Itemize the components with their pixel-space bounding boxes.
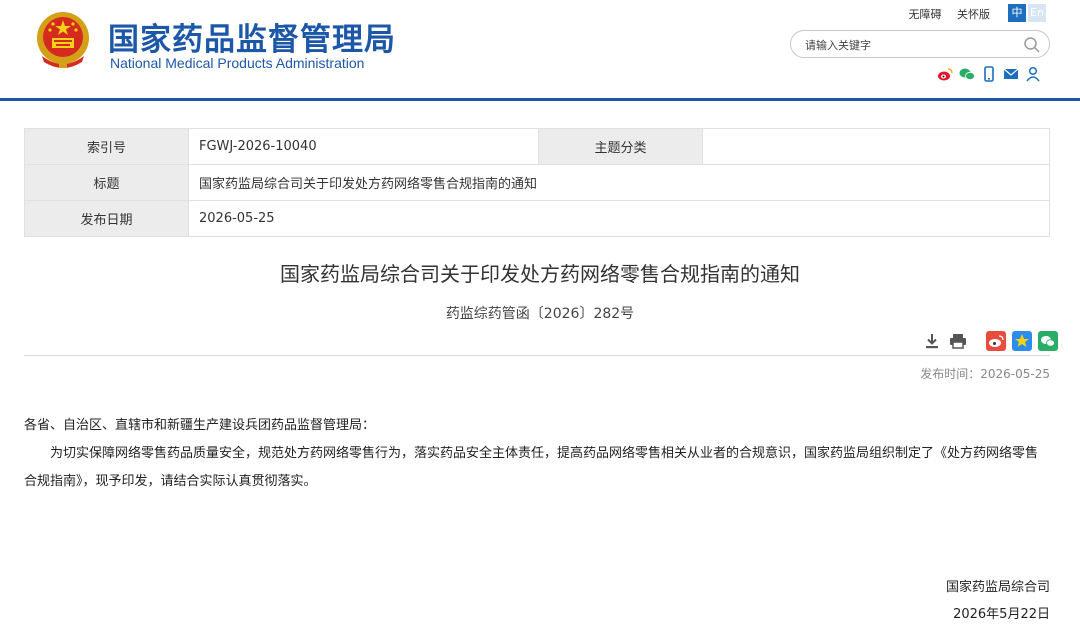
search-box [790, 30, 1050, 58]
tools-spacer [974, 331, 980, 351]
share-weibo-icon[interactable] [986, 331, 1006, 351]
article-body: 各省、自治区、直辖市和新疆生产建设兵团药品监督管理局： 为切实保障网络零售药品质… [24, 412, 1050, 496]
share-wechat-icon[interactable] [1038, 331, 1058, 351]
site-title[interactable]: 国家药品监督管理局 [108, 14, 396, 59]
national-emblem-logo[interactable] [34, 10, 92, 72]
user-icon[interactable] [1025, 66, 1041, 82]
top-links: 无障碍 关怀版 [897, 6, 991, 22]
mobile-icon[interactable] [981, 66, 997, 82]
signature-organization: 国家药监局综合司 [945, 580, 1050, 595]
search-input[interactable] [805, 35, 1015, 55]
social-links [937, 66, 1041, 82]
document-number: 药监综药管函〔2026〕282号 [445, 306, 635, 322]
weibo-icon[interactable] [937, 66, 953, 82]
document-info-table: 索引号 FGWJ-2026-10040 主题分类 标题 国家药监局综合司关于印发… [24, 128, 1050, 237]
date-label: 发布日期 [24, 200, 189, 237]
topic-label: 主题分类 [538, 128, 703, 165]
article-tools [922, 331, 1058, 351]
date-value: 2026-05-25 [188, 200, 1050, 237]
signature-date: 2026年5月22日 [953, 607, 1050, 622]
print-icon[interactable] [948, 331, 968, 351]
lang-en-button[interactable]: En [1028, 4, 1046, 22]
article-title: 国家药监局综合司关于印发处方药网络零售合规指南的通知 [280, 262, 800, 286]
wechat-icon[interactable] [959, 66, 975, 82]
header-divider-bar [0, 98, 1080, 101]
index-label: 索引号 [24, 128, 189, 165]
elder-care-link[interactable]: 关怀版 [957, 8, 990, 21]
search-icon[interactable] [1023, 36, 1041, 54]
body-paragraph: 为切实保障网络零售药品质量安全，规范处方药网络零售行为，落实药品安全主体责任，提… [24, 446, 1039, 489]
share-qzone-icon[interactable] [1012, 331, 1032, 351]
accessibility-link[interactable]: 无障碍 [909, 8, 942, 21]
title-value: 国家药监局综合司关于印发处方药网络零售合规指南的通知 [188, 164, 1050, 201]
mail-icon[interactable] [1003, 66, 1019, 82]
download-icon[interactable] [922, 331, 942, 351]
table-row: 标题 国家药监局综合司关于印发处方药网络零售合规指南的通知 [24, 164, 1050, 201]
topic-value [702, 128, 1050, 165]
publish-time: 发布时间：2026-05-25 [920, 367, 1050, 381]
site-subtitle-en[interactable]: National Medical Products Administration [110, 55, 364, 71]
title-label: 标题 [24, 164, 189, 201]
index-value: FGWJ-2026-10040 [188, 128, 539, 165]
table-row: 发布日期 2026-05-25 [24, 200, 1050, 237]
article-divider [24, 355, 1050, 356]
site-header: 国家药品监督管理局 National Medical Products Admi… [0, 0, 1080, 100]
salutation: 各省、自治区、直辖市和新疆生产建设兵团药品监督管理局： [24, 418, 376, 433]
table-row: 索引号 FGWJ-2026-10040 主题分类 [24, 128, 1050, 165]
lang-zh-button[interactable]: 中 [1008, 4, 1026, 22]
